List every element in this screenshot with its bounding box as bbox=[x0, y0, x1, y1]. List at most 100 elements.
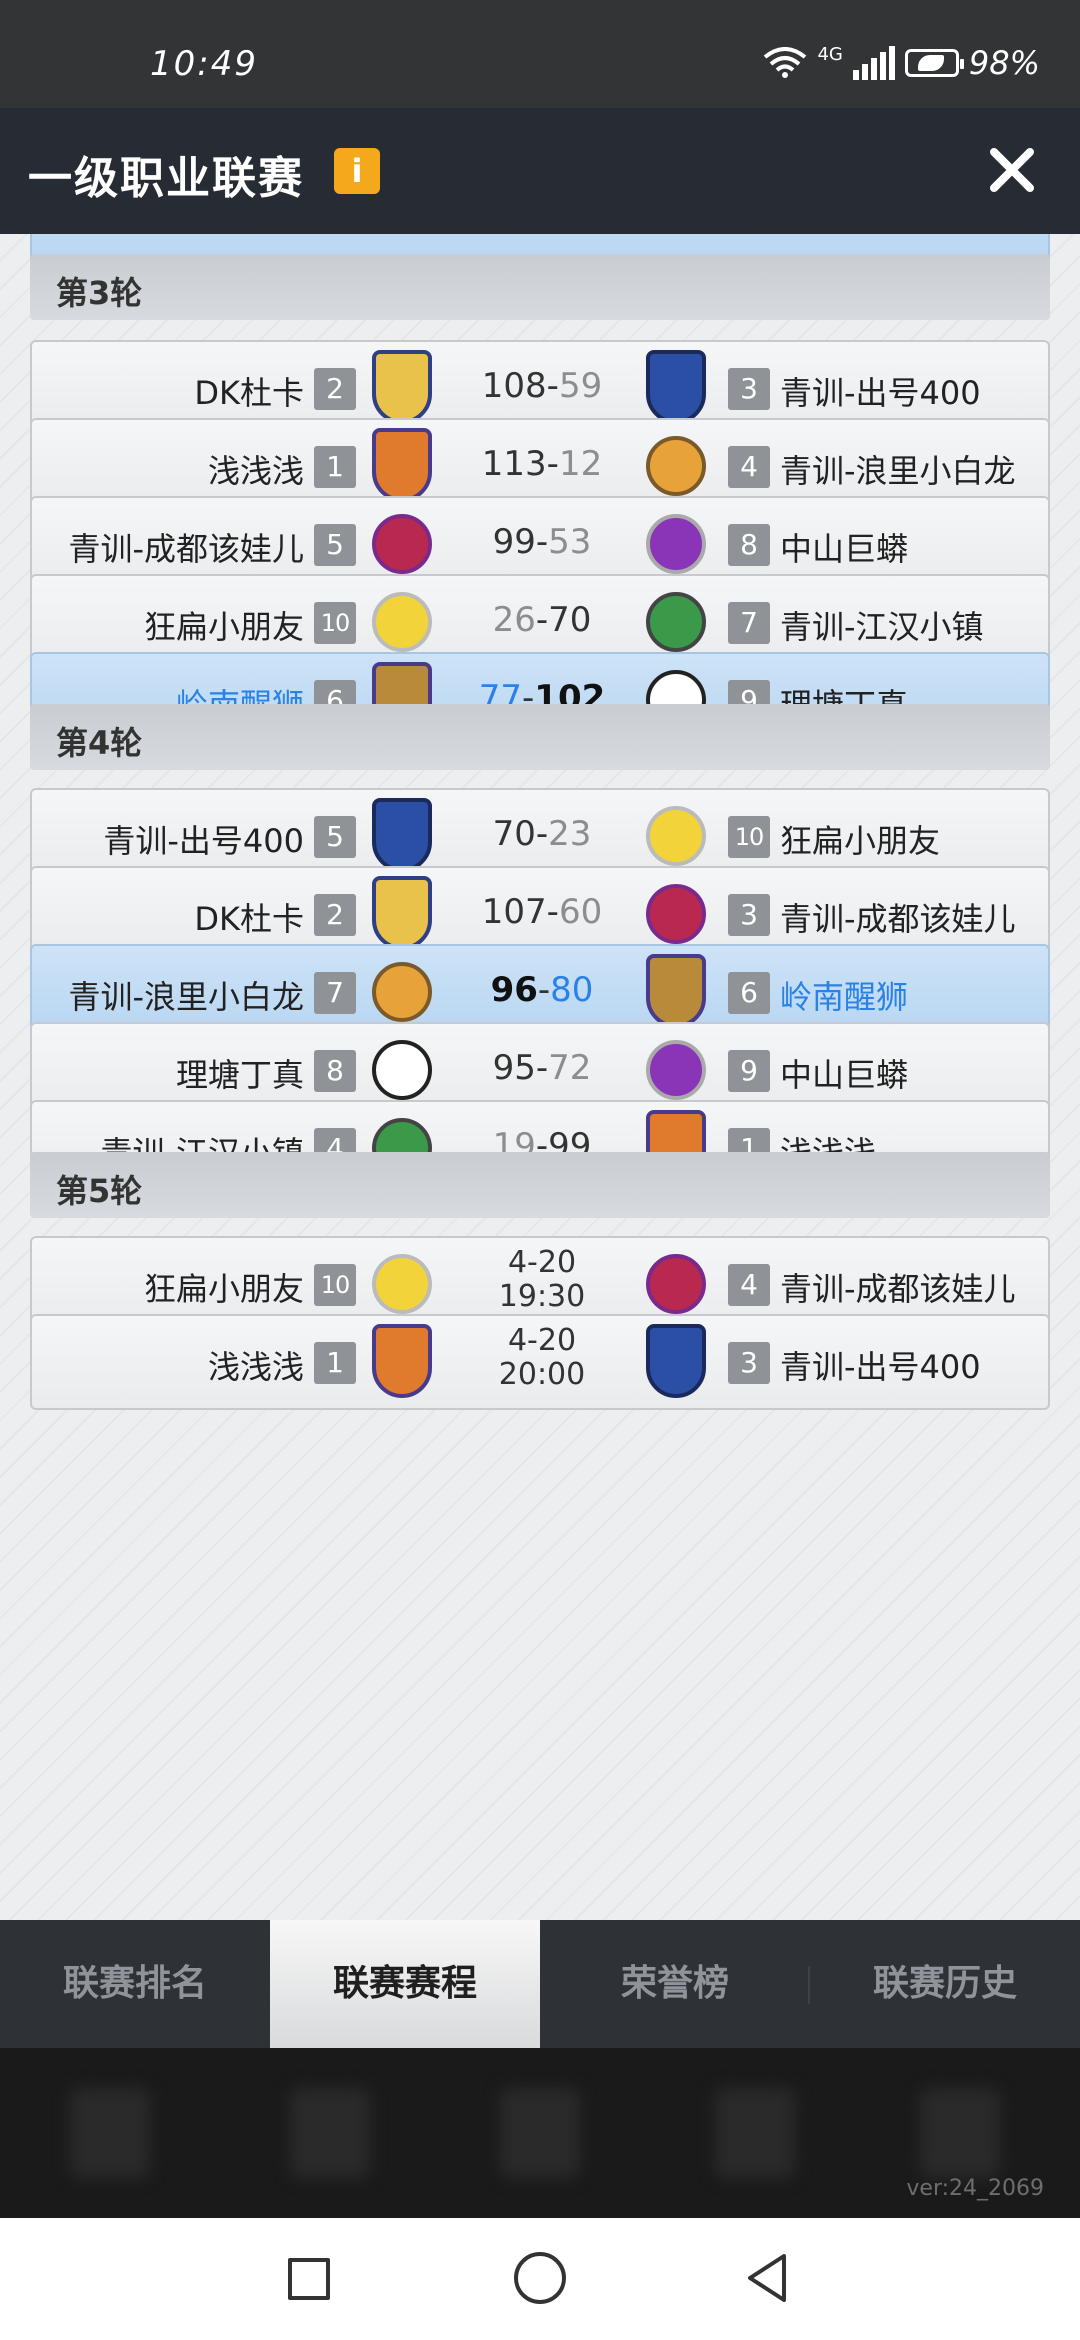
home-seed-badge: 5 bbox=[314, 816, 356, 858]
away-team-name: 岭南醒狮 bbox=[780, 978, 909, 1016]
match-time: 4-20 19:30 bbox=[472, 1246, 612, 1314]
close-icon[interactable] bbox=[980, 138, 1044, 202]
away-team-name: 中山巨蟒 bbox=[780, 530, 909, 568]
home-seed-badge: 2 bbox=[314, 894, 356, 936]
score-separator: - bbox=[546, 444, 559, 484]
match-score: 95-72 bbox=[472, 1048, 612, 1088]
home-score: 95 bbox=[492, 1048, 536, 1088]
round-label: 第4轮 bbox=[56, 724, 143, 762]
team-logo-icon bbox=[372, 876, 434, 952]
away-team-name: 青训-浪里小白龙 bbox=[780, 452, 1016, 490]
home-team-name: DK杜卡 bbox=[194, 900, 304, 938]
info-button[interactable]: i bbox=[334, 148, 380, 194]
score-separator: - bbox=[537, 970, 551, 1010]
match-score: 26-70 bbox=[472, 600, 612, 640]
match-score: 113-12 bbox=[472, 444, 612, 484]
home-team-name: 狂扁小朋友 bbox=[143, 1270, 304, 1308]
home-team-name: 浅浅浅 bbox=[207, 452, 304, 490]
home-score: 107 bbox=[481, 892, 547, 932]
team-logo-icon bbox=[372, 1032, 434, 1108]
home-team-name: 青训-成都该娃儿 bbox=[68, 530, 304, 568]
away-score: 80 bbox=[550, 970, 594, 1010]
home-icon[interactable] bbox=[514, 2252, 566, 2304]
team-logo-icon bbox=[372, 506, 434, 582]
home-seed-badge: 8 bbox=[314, 1050, 356, 1092]
tab-honors[interactable]: 荣誉榜 bbox=[540, 1920, 810, 2048]
home-seed-badge: 10 bbox=[314, 602, 356, 644]
score-separator: - bbox=[535, 1048, 549, 1088]
away-team-name: 狂扁小朋友 bbox=[780, 822, 941, 860]
team-logo-icon bbox=[646, 954, 708, 1030]
tab-history[interactable]: 联赛历史 bbox=[810, 1920, 1080, 2048]
team-logo-icon bbox=[646, 876, 708, 952]
away-score: 59 bbox=[558, 366, 603, 406]
team-logo-icon bbox=[646, 798, 708, 874]
home-team-name: 理塘丁真 bbox=[175, 1056, 304, 1094]
away-team-name: 青训-出号400 bbox=[780, 374, 981, 412]
away-seed-badge: 8 bbox=[728, 524, 770, 566]
match-start-time: 20:00 bbox=[498, 1357, 586, 1392]
home-score: 96 bbox=[490, 970, 538, 1010]
blurred-icon bbox=[290, 2088, 370, 2178]
team-logo-icon bbox=[372, 350, 434, 426]
score-separator: - bbox=[535, 522, 549, 562]
away-team-name: 青训-江汉小镇 bbox=[780, 608, 984, 646]
team-logo-icon bbox=[646, 1246, 708, 1322]
app-dock: ver:24_2069 bbox=[0, 2048, 1080, 2218]
home-score: 70 bbox=[492, 814, 536, 854]
away-seed-badge: 9 bbox=[728, 1050, 770, 1092]
home-team-name: 青训-出号400 bbox=[103, 822, 304, 860]
tab-ranking[interactable]: 联赛排名 bbox=[0, 1920, 270, 2048]
team-logo-icon bbox=[646, 506, 708, 582]
team-logo-icon bbox=[646, 428, 708, 504]
home-seed-badge: 1 bbox=[314, 1342, 356, 1384]
away-score: 70 bbox=[548, 600, 592, 640]
system-nav-bar bbox=[0, 2218, 1080, 2340]
round-header: 第4轮 bbox=[30, 704, 1050, 770]
team-logo-icon bbox=[372, 1324, 434, 1400]
blurred-icon bbox=[920, 2088, 1000, 2178]
team-logo-icon bbox=[372, 954, 434, 1030]
team-logo-icon bbox=[372, 1246, 434, 1322]
signal-icon bbox=[852, 46, 895, 80]
home-team-name: 浅浅浅 bbox=[207, 1348, 304, 1386]
match-date: 4-20 bbox=[507, 1245, 577, 1280]
recents-icon[interactable] bbox=[288, 2258, 330, 2300]
away-seed-badge: 4 bbox=[728, 1264, 770, 1306]
match-score: 99-53 bbox=[472, 522, 612, 562]
home-seed-badge: 7 bbox=[314, 972, 356, 1014]
home-score: 113 bbox=[481, 444, 547, 484]
match-score: 70-23 bbox=[472, 814, 612, 854]
page-title: 一级职业联赛 bbox=[28, 153, 304, 204]
tab-schedule[interactable]: 联赛赛程 bbox=[270, 1920, 540, 2048]
team-logo-icon bbox=[646, 584, 708, 660]
match-score: 107-60 bbox=[472, 892, 612, 932]
team-logo-icon bbox=[646, 1032, 708, 1108]
team-logo-icon bbox=[372, 584, 434, 660]
away-seed-badge: 6 bbox=[728, 972, 770, 1014]
match-date: 4-20 bbox=[507, 1323, 577, 1358]
away-seed-badge: 3 bbox=[728, 368, 770, 410]
away-score: 23 bbox=[548, 814, 592, 854]
home-score: 26 bbox=[492, 600, 536, 640]
match-score: 96-80 bbox=[472, 970, 612, 1010]
score-separator: - bbox=[546, 366, 559, 406]
round-label: 第3轮 bbox=[56, 274, 143, 312]
match-time: 4-20 20:00 bbox=[472, 1324, 612, 1392]
app-header: 一级职业联赛 i bbox=[0, 108, 1080, 234]
match-row[interactable]: 浅浅浅 1 3 青训-出号400 4-20 20:00 bbox=[30, 1314, 1050, 1410]
version-label: ver:24_2069 bbox=[906, 2176, 1044, 2201]
match-start-time: 19:30 bbox=[498, 1279, 586, 1314]
score-separator: - bbox=[535, 600, 549, 640]
team-logo-icon bbox=[372, 798, 434, 874]
battery-label: 98% bbox=[968, 44, 1040, 82]
away-score: 72 bbox=[548, 1048, 592, 1088]
blurred-icon bbox=[715, 2088, 795, 2178]
score-separator: - bbox=[535, 814, 549, 854]
network-label: 4G bbox=[817, 43, 843, 65]
away-score: 12 bbox=[558, 444, 603, 484]
schedule-list[interactable]: 第3轮 DK杜卡 2 3 青训-出号400 108-59 浅浅浅 1 4 青训-浪里小白龙 113-… bbox=[0, 234, 1080, 1920]
team-logo-icon bbox=[646, 350, 708, 426]
back-icon[interactable] bbox=[740, 2250, 796, 2306]
status-icons: 4G 98% bbox=[763, 44, 1040, 82]
